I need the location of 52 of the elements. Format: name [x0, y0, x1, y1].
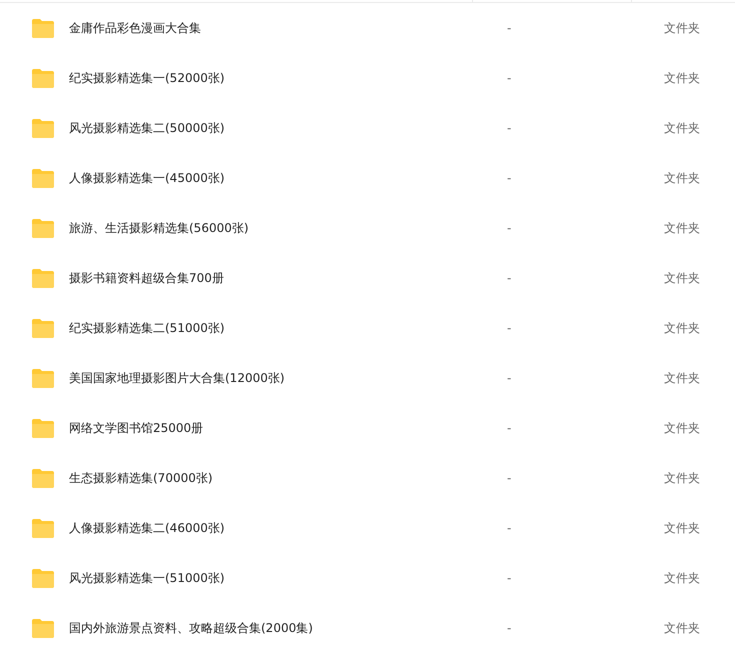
folder-icon — [31, 168, 55, 188]
folder-name[interactable]: 金庸作品彩色漫画大合集 — [69, 20, 507, 36]
file-size: - — [507, 621, 512, 635]
file-size: - — [507, 271, 512, 285]
file-type: 文件夹 — [664, 470, 700, 486]
file-type: 文件夹 — [664, 270, 700, 286]
file-type: 文件夹 — [664, 570, 700, 586]
folder-icon — [31, 518, 55, 538]
folder-name[interactable]: 纪实摄影精选集二(51000张) — [69, 320, 507, 336]
file-type: 文件夹 — [664, 120, 700, 136]
folder-name[interactable]: 纪实摄影精选集一(52000张) — [69, 70, 507, 86]
folder-name[interactable]: 人像摄影精选集二(46000张) — [69, 520, 507, 536]
folder-name[interactable]: 生态摄影精选集(70000张) — [69, 470, 507, 486]
folder-icon — [31, 468, 55, 488]
folder-name[interactable]: 美国国家地理摄影图片大合集(12000张) — [69, 370, 507, 386]
file-size: - — [507, 521, 512, 535]
file-type: 文件夹 — [664, 420, 700, 436]
file-type: 文件夹 — [664, 220, 700, 236]
file-size: - — [507, 21, 512, 35]
folder-name[interactable]: 风光摄影精选集二(50000张) — [69, 120, 507, 136]
folder-name[interactable]: 国内外旅游景点资料、攻略超级合集(2000集) — [69, 620, 507, 636]
file-size: - — [507, 471, 512, 485]
file-size: - — [507, 371, 512, 385]
folder-icon — [31, 418, 55, 438]
file-type: 文件夹 — [664, 70, 700, 86]
file-type: 文件夹 — [664, 520, 700, 536]
file-type: 文件夹 — [664, 170, 700, 186]
folder-icon — [31, 118, 55, 138]
folder-icon — [31, 218, 55, 238]
folder-icon — [31, 568, 55, 588]
folder-icon — [31, 18, 55, 38]
file-size: - — [507, 321, 512, 335]
file-size: - — [507, 121, 512, 135]
file-type: 文件夹 — [664, 320, 700, 336]
folder-name[interactable]: 风光摄影精选集一(51000张) — [69, 570, 507, 586]
file-size: - — [507, 421, 512, 435]
folder-icon — [31, 318, 55, 338]
file-size: - — [507, 221, 512, 235]
folder-name[interactable]: 旅游、生活摄影精选集(56000张) — [69, 220, 507, 236]
file-type: 文件夹 — [664, 620, 700, 636]
file-size: - — [507, 571, 512, 585]
file-size: - — [507, 71, 512, 85]
folder-icon — [31, 368, 55, 388]
folder-icon — [31, 268, 55, 288]
folder-name[interactable]: 人像摄影精选集一(45000张) — [69, 170, 507, 186]
folder-name[interactable]: 摄影书籍资料超级合集700册 — [69, 270, 507, 286]
file-size: - — [507, 171, 512, 185]
folder-name[interactable]: 网络文学图书馆25000册 — [69, 420, 507, 436]
file-type: 文件夹 — [664, 20, 700, 36]
folder-icon — [31, 68, 55, 88]
file-type: 文件夹 — [664, 370, 700, 386]
folder-icon — [31, 618, 55, 638]
